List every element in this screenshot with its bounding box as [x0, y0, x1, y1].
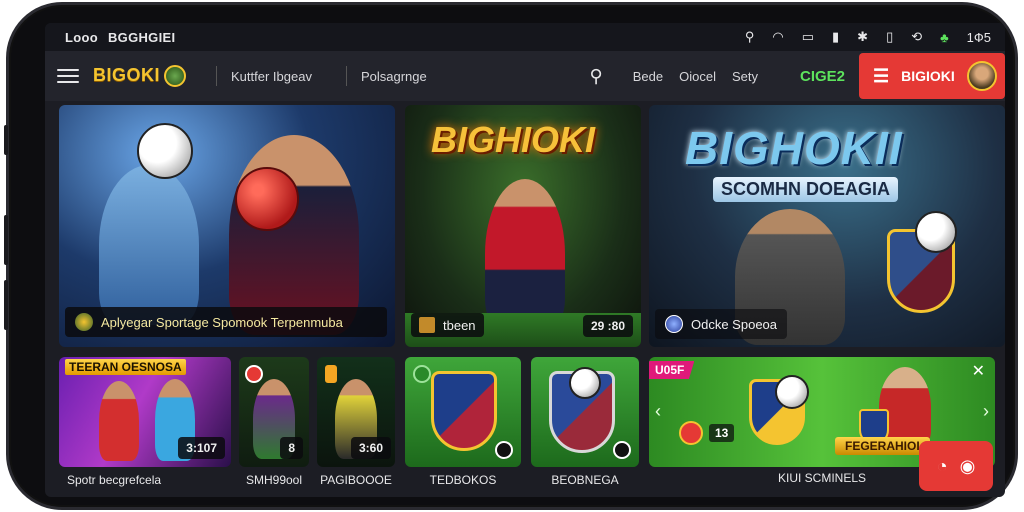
card-icon [419, 317, 435, 333]
promo-ribbon: FEGERAHIOI [835, 437, 930, 455]
card-label: BEOBNEGA [551, 473, 619, 487]
close-icon[interactable]: ✕ [972, 361, 985, 381]
chat-button[interactable]: ◔ ◉ [919, 441, 993, 491]
score-chip: 29 :80 [582, 315, 633, 337]
hero-tile-2[interactable]: BIGHIOKI tbeen 29 :80 [405, 105, 641, 347]
globe-icon [665, 315, 683, 333]
game-card-1[interactable]: TEERAN OESNOSA 3:107 [59, 357, 231, 467]
player-figure [99, 165, 199, 325]
badge-icon [413, 365, 431, 383]
caption-text: tbeen [443, 317, 476, 333]
nav-link-5[interactable]: Sety [732, 69, 758, 84]
promo-badge: U05F [649, 361, 695, 379]
tile-caption: tbeen [411, 313, 484, 337]
sync-icon: ⟲ [911, 29, 923, 44]
bluetooth-icon: ✱ [857, 29, 869, 44]
tile-title: BIGHIOKI [431, 119, 596, 160]
logo-text: BIGOKI [93, 64, 161, 85]
card-banner: TEERAN OESNOSA [65, 359, 186, 375]
signal-icon: ▮ [832, 29, 840, 44]
brand-logo[interactable]: BIGOKI [93, 64, 187, 88]
game-card-3[interactable]: 3:60 [317, 357, 395, 467]
chip-text: 13 [709, 424, 735, 442]
side-button [4, 215, 8, 265]
battery-icon: ▯ [886, 29, 894, 44]
game-card-5[interactable] [531, 357, 639, 467]
caption-text: Odcke Spoeoa [691, 316, 778, 332]
badge-icon [679, 421, 703, 445]
divider [345, 66, 347, 86]
tile-caption: Aplyegar Sportage Spomook Terpenmuba [65, 307, 387, 337]
divider [216, 66, 218, 86]
app-screen: Looo BGGHGIEI ⚲ ◠ ▭ ▮ ✱ ▯ ⟲ ♣ 1Ф5 BIGOKI… [45, 23, 1005, 497]
login-button[interactable]: ☰ BIGIOKI [859, 53, 1005, 99]
status-text: BGGHGIEI [107, 29, 176, 45]
badge-icon [245, 365, 263, 383]
card-label: SMH99ool [245, 473, 303, 487]
hero-tile-1[interactable]: Aplyegar Sportage Spomook Terpenmuba [59, 105, 395, 347]
ball-icon [569, 367, 601, 399]
chevron-right-icon[interactable]: › [983, 401, 989, 422]
nav-link-3[interactable]: Bede [633, 69, 663, 84]
ball-icon [915, 211, 957, 253]
player-figure [485, 179, 565, 329]
top-navigation: BIGOKI Kuttfer Ibgeav Polsagrnge ⚲ Bede … [45, 51, 1005, 101]
player-figure [229, 135, 359, 335]
clock-time: 1Ф5 [966, 29, 991, 45]
search-icon: ⚲ [744, 29, 755, 44]
shield-icon [75, 313, 93, 331]
game-card-2[interactable]: 8 [239, 357, 309, 467]
menu-icon: ☰ [873, 65, 890, 86]
cta-label: BIGIOKI [901, 68, 955, 84]
promo-badge[interactable]: CIGE2 [800, 68, 845, 85]
card-label: TEDBOKOS [429, 473, 497, 487]
card-label: Spotr becgrefcela [67, 473, 162, 487]
score-chip: 3:107 [178, 437, 225, 459]
game-card-4[interactable] [405, 357, 521, 467]
score-chip: 3:60 [350, 437, 391, 459]
nav-link-1[interactable]: Kuttfer Ibgeav [231, 69, 312, 84]
chevron-left-icon[interactable]: ‹ [655, 401, 661, 422]
keyboard-icon: ▭ [801, 29, 814, 44]
score-chip: 8 [280, 437, 303, 459]
status-bar: Looo BGGHGIEI ⚲ ◠ ▭ ▮ ✱ ▯ ⟲ ♣ 1Ф5 [45, 23, 1005, 51]
ball-icon [137, 123, 193, 179]
card-label: PAGIBOOOE [320, 473, 392, 487]
side-button [4, 125, 8, 155]
nav-link-2[interactable]: Polsagrnge [361, 69, 427, 84]
status-text: Looo [65, 29, 98, 45]
chat-icon: ◔ [936, 455, 948, 476]
ball-icon [775, 375, 809, 409]
tile-title: BIGHOKII [685, 122, 903, 174]
wifi-icon: ◠ [772, 29, 784, 44]
score-chip: 13 [679, 421, 735, 445]
side-button [4, 280, 8, 330]
logo-badge-icon [164, 65, 187, 88]
crest-icon [431, 371, 497, 451]
hero-tile-3[interactable]: BIGHOKII SCOMHN DOEAGIA Odcke Spoeoa [649, 105, 1005, 347]
menu-icon[interactable] [57, 69, 79, 83]
search-icon[interactable]: ⚲ [590, 66, 603, 87]
player-figure [99, 381, 139, 461]
nav-link-4[interactable]: Oiocel [679, 69, 716, 84]
play-icon[interactable] [495, 441, 513, 459]
phone-frame: Looo BGGHGIEI ⚲ ◠ ▭ ▮ ✱ ▯ ⟲ ♣ 1Ф5 BIGOKI… [4, 2, 1018, 510]
support-icon: ◉ [959, 455, 976, 476]
badge-icon [325, 365, 337, 383]
leaf-icon: ♣ [940, 29, 949, 45]
ball-icon [235, 167, 299, 231]
play-icon[interactable] [613, 441, 631, 459]
avatar[interactable] [967, 61, 997, 91]
caption-text: Aplyegar Sportage Spomook Terpenmuba [101, 314, 343, 330]
tile-caption: Odcke Spoeoa [655, 309, 788, 339]
tile-subtitle: SCOMHN DOEAGIA [713, 177, 899, 202]
